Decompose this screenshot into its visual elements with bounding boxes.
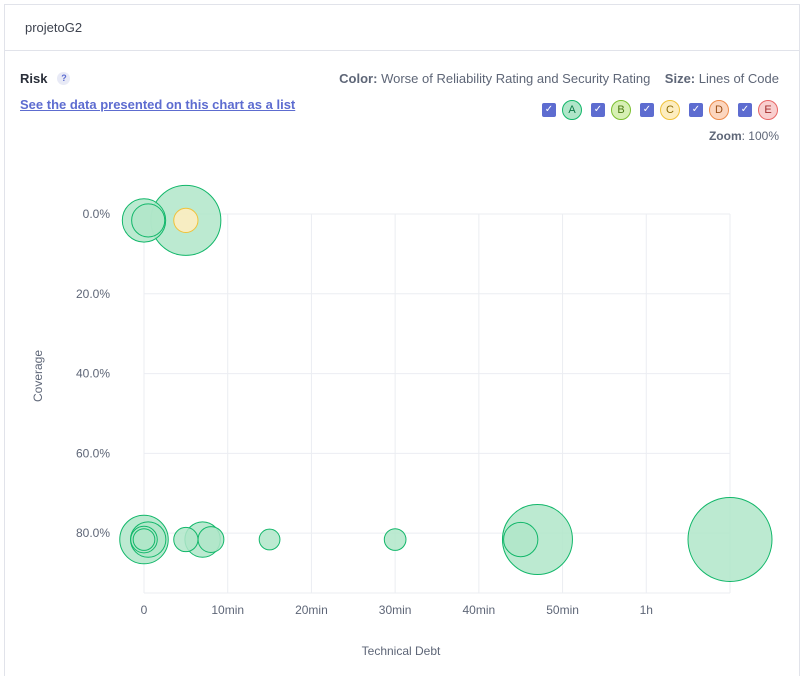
bubble-point[interactable]: [173, 526, 199, 553]
y-axis-label: Coverage: [31, 350, 45, 402]
x-tick-label: 30min: [379, 603, 412, 617]
x-tick-label: 10min: [211, 603, 244, 617]
y-tick-label: 20.0%: [76, 287, 110, 301]
bubble-point[interactable]: [687, 497, 773, 583]
bubble-point[interactable]: [197, 526, 225, 553]
x-tick-label: 1h: [640, 603, 653, 617]
x-tick-label: 0: [141, 603, 148, 617]
chart-bubbles: [119, 184, 773, 583]
bubble-point[interactable]: [503, 521, 539, 558]
x-tick-label: 50min: [546, 603, 579, 617]
y-tick-label: 40.0%: [76, 367, 110, 381]
bubble-point[interactable]: [132, 528, 156, 551]
x-tick-label: 20min: [295, 603, 328, 617]
x-axis-label: Technical Debt: [362, 644, 441, 658]
y-tick-label: 60.0%: [76, 446, 110, 460]
chart-grid: [143, 213, 731, 594]
x-axis-ticks: 0 10min 20min 30min 40min 50min 1h: [141, 603, 653, 617]
y-axis-ticks: 0.0% 20.0% 40.0% 60.0% 80.0%: [76, 207, 110, 540]
bubble-point[interactable]: [383, 528, 407, 551]
y-tick-label: 0.0%: [83, 207, 111, 221]
x-tick-label: 40min: [463, 603, 496, 617]
bubble-point[interactable]: [131, 203, 166, 238]
bubble-chart: 0 10min 20min 30min 40min 50min 1h 0.0% 20.0% 40…: [31, 184, 773, 658]
bubble-point[interactable]: [173, 207, 199, 234]
y-tick-label: 80.0%: [76, 526, 110, 540]
bubble-point[interactable]: [258, 528, 281, 551]
